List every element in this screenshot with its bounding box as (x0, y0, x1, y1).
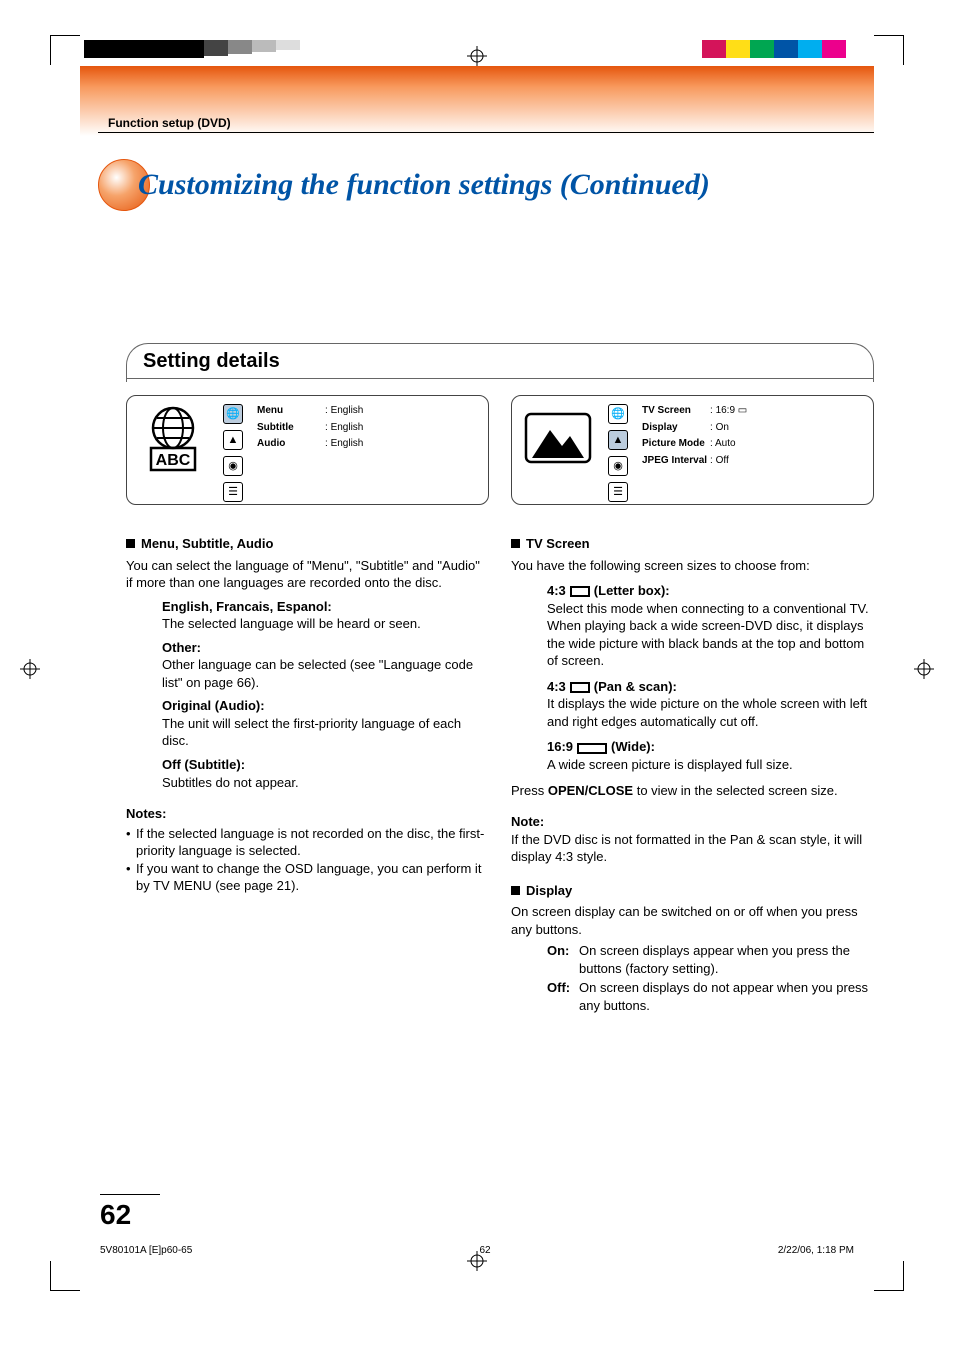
page-title-banner: Customizing the function settings (Conti… (98, 150, 874, 220)
crop-mark (50, 35, 80, 65)
body-text: On screen display can be switched on or … (511, 903, 874, 938)
footer-date: 2/22/06, 1:18 PM (778, 1245, 854, 1256)
divider (127, 378, 873, 379)
term: Off (Subtitle): (162, 756, 489, 774)
note-heading: Note: (511, 813, 874, 831)
onoff-key: On: (547, 942, 579, 977)
body-text: The selected language will be heard or s… (162, 615, 489, 633)
picture-tab-icon: ▲ (608, 430, 628, 450)
panel-key: Display (642, 421, 710, 435)
aspect-rect-icon (570, 682, 590, 693)
section-title: Setting details (143, 350, 280, 373)
term: English, Francais, Espanol: (162, 598, 489, 616)
bullet-icon: • (126, 825, 136, 860)
panel-value: On (710, 421, 729, 435)
audio-tab-icon: ◉ (223, 456, 243, 476)
bullet-icon: • (126, 860, 136, 895)
aspect-ratio-heading: 4:3(Pan & scan): (547, 678, 874, 696)
registration-mark-icon (467, 46, 487, 66)
right-column: 🌐 ▲ ◉ ☰ TV Screen16:9 ▭DisplayOnPicture … (511, 395, 874, 1017)
audio-tab-icon: ◉ (608, 456, 628, 476)
panel-value: Auto (710, 437, 736, 451)
term: Other: (162, 639, 489, 657)
panel-key: JPEG Interval (642, 454, 710, 468)
body-text: It displays the wide picture on the whol… (547, 695, 874, 730)
panel-value: Off (710, 454, 729, 468)
color-bars (702, 40, 870, 58)
registration-mark-icon (20, 659, 40, 679)
body-text: If the DVD disc is not formatted in the … (511, 831, 874, 866)
crop-mark (50, 1261, 80, 1291)
aspect-rect-icon (570, 586, 590, 597)
body-text: Subtitles do not appear. (162, 774, 489, 792)
panel-key: Subtitle (257, 421, 325, 435)
globe-tab-icon: 🌐 (223, 404, 243, 424)
tv-screen-heading: TV Screen (511, 535, 874, 553)
registration-mark-icon (914, 659, 934, 679)
language-settings-panel: ABC 🌐 ▲ ◉ ☰ MenuEnglishSubtitleEnglishAu… (126, 395, 489, 505)
footer-page: 62 (480, 1245, 491, 1256)
display-heading: Display (511, 882, 874, 900)
panel-key: TV Screen (642, 404, 710, 418)
panel-key: Audio (257, 437, 325, 451)
picture-icon (522, 404, 594, 476)
divider (98, 132, 874, 133)
panel-value: English (325, 421, 363, 435)
aspect-ratio-heading: 4:3(Letter box): (547, 582, 874, 600)
settings-tab-icon: ☰ (223, 482, 243, 502)
globe-abc-icon: ABC (137, 404, 209, 476)
panel-key: Menu (257, 404, 325, 418)
body-text: You can select the language of "Menu", "… (126, 557, 489, 592)
color-bars (84, 40, 300, 58)
body-text: Select this mode when connecting to a co… (547, 600, 874, 670)
panel-key: Picture Mode (642, 437, 710, 451)
body-text: Other language can be selected (see "Lan… (162, 656, 489, 691)
picture-settings-panel: 🌐 ▲ ◉ ☰ TV Screen16:9 ▭DisplayOnPicture … (511, 395, 874, 505)
aspect-ratio-heading: 16:9(Wide): (547, 738, 874, 756)
aspect-rect-icon (577, 743, 607, 754)
settings-tab-icon: ☰ (608, 482, 628, 502)
term: Original (Audio): (162, 697, 489, 715)
menu-subtitle-audio-heading: Menu, Subtitle, Audio (126, 535, 489, 553)
body-text: Press OPEN/CLOSE to view in the selected… (511, 782, 874, 800)
page-title: Customizing the function settings (Conti… (138, 168, 710, 202)
onoff-value: On screen displays do not appear when yo… (579, 979, 874, 1014)
notes-heading: Notes: (126, 805, 489, 823)
section-header-box: Setting details (126, 343, 874, 382)
footer: 5V80101A [E]p60-65 62 2/22/06, 1:18 PM (100, 1245, 854, 1256)
note-text: If you want to change the OSD language, … (136, 860, 489, 895)
onoff-key: Off: (547, 979, 579, 1014)
panel-value: English (325, 437, 363, 451)
left-column: ABC 🌐 ▲ ◉ ☰ MenuEnglishSubtitleEnglishAu… (126, 395, 489, 1017)
panel-value: English (325, 404, 363, 418)
body-text: The unit will select the first-priority … (162, 715, 489, 750)
crop-mark (874, 35, 904, 65)
picture-tab-icon: ▲ (223, 430, 243, 450)
crop-mark (874, 1261, 904, 1291)
svg-text:ABC: ABC (156, 452, 191, 469)
body-text: A wide screen picture is displayed full … (547, 756, 874, 774)
footer-file: 5V80101A [E]p60-65 (100, 1245, 192, 1256)
globe-tab-icon: 🌐 (608, 404, 628, 424)
note-text: If the selected language is not recorded… (136, 825, 489, 860)
panel-value: 16:9 ▭ (710, 404, 747, 418)
body-text: You have the following screen sizes to c… (511, 557, 874, 575)
onoff-value: On screen displays appear when you press… (579, 942, 874, 977)
breadcrumb: Function setup (DVD) (108, 116, 231, 130)
page-number: 62 (100, 1194, 160, 1231)
